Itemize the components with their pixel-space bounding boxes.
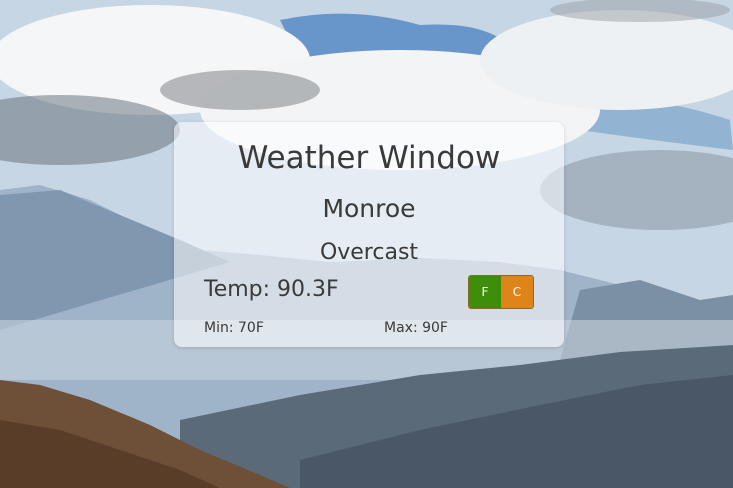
unit-toggle: F C [468,275,534,309]
celsius-button[interactable]: C [501,276,533,308]
max-temperature: Max: 90F [384,320,448,336]
temperature-reading: Temp: 90.3F [204,277,339,302]
fahrenheit-button[interactable]: F [469,276,501,308]
app-title: Weather Window [237,140,501,176]
weather-condition: Overcast [319,240,419,265]
city-name: Monroe [322,194,416,223]
min-temperature: Min: 70F [204,320,264,336]
app-window: Weather Window Monroe Overcast Temp: 90.… [0,0,733,488]
weather-card: Weather Window Monroe Overcast Temp: 90.… [174,122,564,347]
